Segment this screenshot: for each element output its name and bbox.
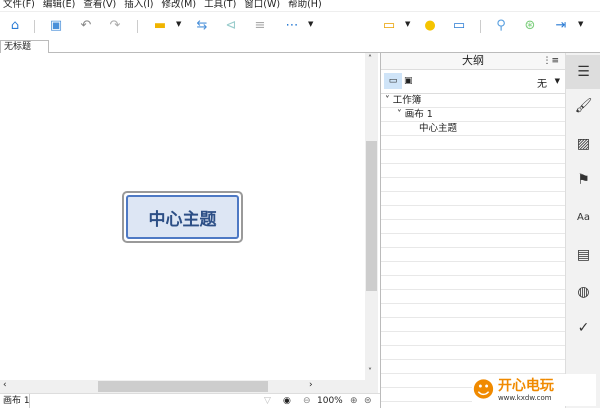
share-icon[interactable]: ⊛: [521, 18, 539, 34]
scroll-right-icon[interactable]: ›: [309, 380, 313, 390]
menu-edit[interactable]: 编辑(E): [43, 0, 75, 11]
zoom-out-icon[interactable]: ⊖: [303, 394, 311, 408]
outline-panel: 大纲 ⋮≡ ▭ ▣ 无 ▼ ˅ 工作簿 ˅ 画布 1 中心主题: [380, 53, 565, 408]
chevron-down-icon[interactable]: ▼: [578, 20, 583, 28]
menu-modify[interactable]: 修改(M): [161, 0, 196, 11]
status-bar: 画布 1 ▽ ◉ ⊖ 100% ⊕ ⊜: [0, 393, 380, 408]
panel-icon[interactable]: ▭: [450, 18, 468, 34]
summary-icon[interactable]: ≡: [251, 18, 269, 34]
tab-bar: 无标题: [0, 40, 600, 53]
right-sidebar: ☰ 🖌 ▨ ⚑ Aa ▤ ◍ ✓: [565, 53, 600, 408]
horizontal-scrollbar[interactable]: ‹ ›: [0, 380, 378, 393]
tab-untitled[interactable]: 无标题: [0, 40, 49, 53]
chevron-down-icon[interactable]: ▼: [176, 20, 181, 28]
sheet-view-icon[interactable]: ▣: [404, 73, 413, 89]
menu-insert[interactable]: 插入(I): [124, 0, 153, 11]
sheet-area: [29, 394, 244, 408]
zoom-in-icon[interactable]: ⊕: [350, 394, 358, 408]
central-topic[interactable]: 中心主题: [122, 191, 243, 243]
menu-bar: 文件(F) 编辑(E) 查看(V) 插入(I) 修改(M) 工具(T) 窗口(W…: [0, 0, 600, 11]
eye-icon[interactable]: ◉: [283, 394, 291, 408]
scroll-down-icon[interactable]: ˅: [368, 367, 372, 376]
outline-item-workbook[interactable]: ˅ 工作簿: [381, 94, 565, 108]
chevron-down-icon[interactable]: ▼: [308, 20, 313, 28]
undo-icon[interactable]: ↶: [77, 18, 95, 34]
divider: [480, 20, 481, 33]
flag-icon[interactable]: ⚑: [566, 165, 600, 195]
outline-item-label: 工作簿: [393, 95, 422, 106]
watermark: ☻ 开心电玩 www.kxdw.com: [472, 374, 596, 406]
sheet-tab[interactable]: 画布 1: [3, 394, 30, 408]
chevron-down-icon[interactable]: ▼: [555, 77, 560, 85]
outline-title: 大纲: [462, 54, 484, 67]
outline-item-sheet[interactable]: ˅ 画布 1: [381, 108, 565, 122]
divider: [34, 20, 35, 33]
save-icon[interactable]: ▣: [47, 18, 65, 34]
text-style-icon[interactable]: Aa: [566, 203, 600, 233]
scroll-up-icon[interactable]: ˄: [368, 54, 372, 63]
outline-item-label: 画布 1: [405, 109, 433, 120]
home-icon[interactable]: ⌂: [6, 18, 24, 34]
outline-menu-icon[interactable]: ⋮≡: [542, 53, 559, 69]
presentation-icon[interactable]: ▭: [380, 18, 398, 34]
watermark-brand: 开心电玩: [498, 379, 554, 394]
relationship-icon[interactable]: ⇆: [193, 18, 211, 34]
task-icon[interactable]: ✓: [566, 313, 600, 343]
search-icon[interactable]: ⚲: [492, 18, 510, 34]
vertical-scrollbar[interactable]: ˄ ˅: [365, 53, 378, 380]
scroll-left-icon[interactable]: ‹: [3, 380, 7, 390]
zoom-level: 100%: [317, 394, 343, 408]
outline-icon[interactable]: ☰: [566, 55, 600, 89]
central-topic-label[interactable]: 中心主题: [126, 195, 239, 239]
outline-empty-rows: [381, 136, 565, 406]
fit-icon[interactable]: ⊜: [364, 394, 372, 408]
mascot-icon: ☻: [472, 378, 495, 403]
horizontal-scroll-thumb[interactable]: [98, 381, 268, 392]
menu-help[interactable]: 帮助(H): [288, 0, 322, 11]
lightbulb-icon[interactable]: ●: [421, 18, 439, 34]
format-brush-icon[interactable]: 🖌: [566, 91, 600, 121]
export-icon[interactable]: ⇥: [552, 18, 570, 34]
toolbar: ⌂ ▣ ↶ ↷ ▬ ▼ ⇆ ⊲ ≡ ⋯ ▼ ▭ ▼ ● ▭ ⚲ ⊛ ⇥ ▼: [0, 11, 600, 40]
chevron-down-icon[interactable]: ˅: [397, 109, 405, 120]
comment-icon[interactable]: ◍: [566, 277, 600, 307]
watermark-url: www.kxdw.com: [498, 394, 554, 402]
outline-toolbar: ▭ ▣ 无 ▼: [381, 70, 565, 94]
outline-item-label: 中心主题: [419, 123, 457, 134]
filter-select[interactable]: 无: [537, 75, 547, 90]
outline-item-topic[interactable]: 中心主题: [381, 122, 565, 136]
topic-view-icon[interactable]: ▭: [384, 73, 402, 89]
outline-header: 大纲 ⋮≡: [381, 53, 565, 70]
redo-icon[interactable]: ↷: [106, 18, 124, 34]
document-icon[interactable]: ▤: [566, 240, 600, 270]
menu-view[interactable]: 查看(V): [83, 0, 116, 11]
menu-file[interactable]: 文件(F): [3, 0, 35, 11]
chevron-down-icon[interactable]: ˅: [385, 95, 393, 106]
style-icon[interactable]: ▬: [151, 18, 169, 34]
image-icon[interactable]: ▨: [566, 129, 600, 159]
more-icon[interactable]: ⋯: [283, 18, 301, 34]
chevron-down-icon[interactable]: ▼: [405, 20, 410, 28]
boundary-icon[interactable]: ⊲: [222, 18, 240, 34]
menu-tools[interactable]: 工具(T): [204, 0, 236, 11]
filter-icon[interactable]: ▽: [264, 394, 271, 408]
divider: [137, 20, 138, 33]
menu-window[interactable]: 窗口(W): [244, 0, 280, 11]
vertical-scroll-thumb[interactable]: [366, 141, 377, 291]
